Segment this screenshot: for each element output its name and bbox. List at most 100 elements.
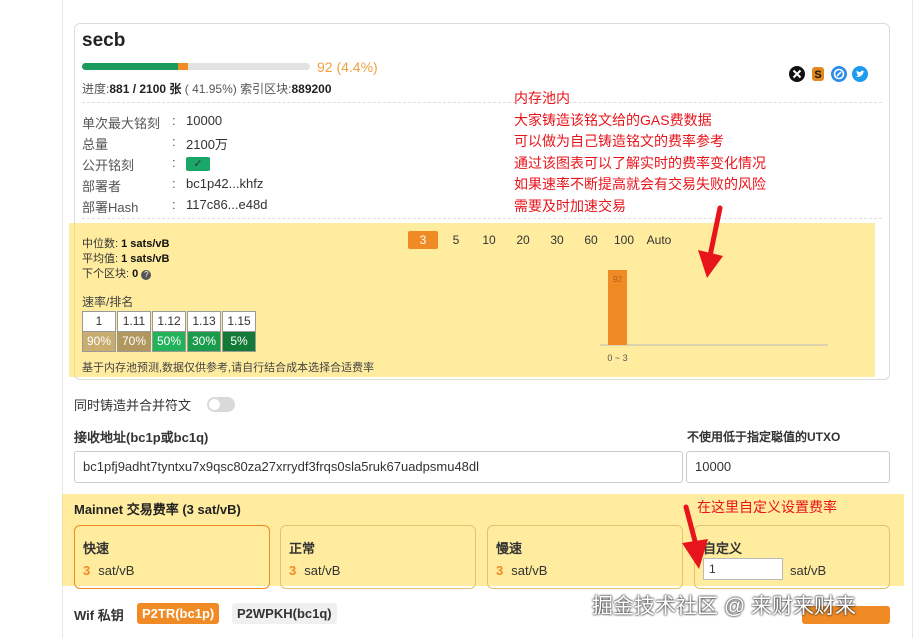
toggle-knob (209, 399, 220, 410)
info-value: 10000 (186, 113, 223, 128)
block-option-3[interactable]: 3 (408, 231, 438, 249)
info-row-total: 总量 : 2100万 (82, 134, 342, 152)
median-label: 中位数: (82, 238, 119, 250)
progress-percent: ( 41.95%) (184, 82, 237, 96)
mint-progress-bar (82, 63, 310, 70)
fee-option-label: 正常 (289, 541, 316, 556)
fee-rate: 3 (289, 563, 297, 578)
block-option-30[interactable]: 30 (542, 231, 572, 249)
rank-cell: 30% (187, 331, 221, 352)
watermark: 掘金技术社区 @ 来财来财来 (592, 595, 856, 618)
pending-fill (177, 63, 188, 70)
annotation-line: 内存池内 (514, 90, 570, 106)
average-value: 1 sats/vB (121, 253, 170, 265)
tab-p2tr[interactable]: P2TR(bc1p) (137, 603, 220, 624)
merge-runes-toggle[interactable] (207, 397, 235, 412)
average-label: 平均值: (82, 253, 119, 265)
utxo-min-input[interactable]: 10000 (686, 451, 890, 483)
utxo-min-label: 不使用低于指定聪值的UTXO (687, 430, 841, 444)
fee-option-label: 快速 (83, 541, 110, 556)
rate-cell[interactable]: 1.11 (117, 311, 151, 332)
info-colon: : (172, 134, 176, 149)
rank-cell: 5% (222, 331, 256, 352)
progress-label: 进度: (82, 82, 110, 96)
block-option-20[interactable]: 20 (508, 231, 538, 249)
chart-data-label: 92 (613, 275, 622, 284)
merge-runes-label: 同时铸造并合并符文 (74, 398, 192, 413)
fee-unit: sat/vB (98, 563, 135, 578)
annotation-line: 如果速率不断提高就会有交易失败的风险 (514, 176, 766, 193)
fee-option-custom[interactable]: 自定义 1 sat/vB (694, 525, 890, 589)
rate-cell[interactable]: 1.13 (187, 311, 221, 332)
fee-option-fast[interactable]: 快速 3 sat/vB (74, 525, 270, 589)
next-block-label: 下个区块: (82, 268, 130, 280)
fee-option-label: 慢速 (496, 541, 523, 556)
next-block-stat: 下个区块: 0 ? (82, 265, 152, 281)
median-value: 1 sats/vB (121, 238, 170, 250)
info-value: 117c86...e48d (186, 197, 268, 212)
right-border (912, 0, 913, 638)
fee-unit: sat/vB (304, 563, 341, 578)
mempool-note: 基于内存池预测,数据仅供参考,请自行结合成本选择合适费率 (82, 362, 375, 374)
divider-mempool (82, 218, 882, 219)
block-option-60[interactable]: 60 (576, 231, 606, 249)
info-row-deployer: 部署者 : bc1p42...khfz (82, 176, 342, 194)
twitter-icon[interactable] (852, 66, 868, 82)
info-value: bc1p42...khfz (186, 176, 264, 191)
info-key: 单次最大铭刻 (82, 116, 161, 131)
receive-address-input[interactable]: bc1pfj9adht7tyntxu7x9qsc80za27xrrydf3frq… (74, 451, 683, 483)
index-label: 索引区块: (240, 82, 292, 96)
svg-text:S: S (814, 69, 821, 81)
fee-option-value: 3 sat/vB (289, 563, 340, 578)
fee-distribution-chart: 92 0 ~ 3 (600, 270, 828, 363)
custom-fee-input[interactable]: 1 (703, 558, 783, 580)
info-row-deploy-hash: 部署Hash : 117c86...e48d (82, 197, 342, 215)
help-icon[interactable]: ? (141, 270, 152, 280)
rank-cell: 50% (152, 331, 186, 352)
rate-cell[interactable]: 1.12 (152, 311, 186, 332)
annotation-line: 通过该图表可以了解实时的费率变化情况 (514, 154, 766, 171)
pending-count: 92 (4.4%) (317, 59, 378, 75)
tab-p2wpkh[interactable]: P2WPKH(bc1q) (232, 603, 337, 624)
token-name: secb (82, 30, 126, 51)
info-key: 部署者 (82, 179, 122, 194)
block-option-auto[interactable]: Auto (643, 231, 675, 249)
next-block-value: 0 (132, 268, 139, 280)
rate-cell[interactable]: 1.15 (222, 311, 256, 332)
rank-cell: 90% (82, 331, 116, 352)
cross-icon[interactable] (789, 66, 805, 82)
info-key: 公开铭刻 (82, 158, 135, 173)
info-colon: : (172, 113, 176, 128)
fee-option-value: 3 sat/vB (83, 563, 134, 578)
index-value: 889200 (291, 82, 332, 96)
minted-fill (82, 63, 178, 70)
info-colon: : (172, 155, 176, 170)
info-row-public-mint: 公开铭刻 : ✓ (82, 155, 342, 173)
fee-rate: 3 (496, 563, 504, 578)
fee-title: Mainnet 交易费率 (3 sat/vB) (74, 502, 241, 517)
fee-rate: 3 (83, 563, 91, 578)
block-option-10[interactable]: 10 (474, 231, 504, 249)
fee-option-slow[interactable]: 慢速 3 sat/vB (487, 525, 683, 589)
chart-tick-label: 0 ~ 3 (607, 353, 627, 363)
check-icon: ✓ (186, 157, 210, 171)
fee-unit: sat/vB (511, 563, 548, 578)
annotation-mempool: 内存池内 大家铸造该铭文给的GAS费数据 可以做为自己铸造铭文的费率参考 通过该… (514, 88, 766, 218)
info-key: 部署Hash (82, 200, 139, 215)
rate-cell[interactable]: 1 (82, 311, 116, 332)
chain-icon[interactable] (831, 66, 847, 82)
wif-label: Wif 私钥 (74, 608, 124, 623)
info-key: 总量 (82, 137, 109, 152)
fee-option-value: 3 sat/vB (496, 563, 547, 578)
block-option-5[interactable]: 5 (442, 231, 470, 249)
annotation-line: 可以做为自己铸造铭文的费率参考 (514, 133, 724, 150)
info-value: 2100万 (186, 137, 228, 152)
average-stat: 平均值: 1 sats/vB (82, 250, 169, 266)
annotation-arrow-fee (682, 504, 708, 569)
block-option-100[interactable]: 100 (609, 231, 639, 249)
fee-option-normal[interactable]: 正常 3 sat/vB (280, 525, 476, 589)
dollar-icon[interactable]: S (810, 66, 826, 82)
annotation-fee: 在这里自定义设置费率 (697, 499, 837, 515)
rate-rank-label: 速率/排名 (82, 295, 134, 309)
rank-cell: 70% (117, 331, 151, 352)
